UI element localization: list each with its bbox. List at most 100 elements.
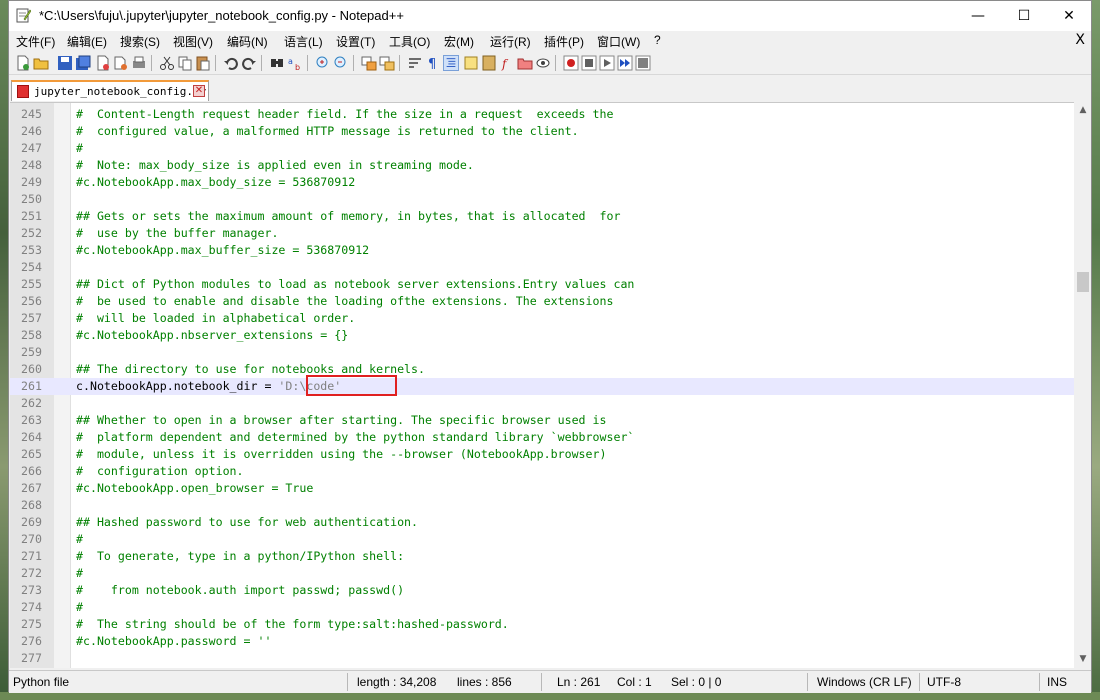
folder-as-workspace-icon[interactable] — [517, 55, 533, 71]
code-line[interactable]: 264 # platform dependent and determined b… — [10, 429, 1074, 446]
code-line[interactable]: 267 #c.NotebookApp.open_browser = True — [10, 480, 1074, 497]
code-line[interactable]: 275 # The string should be of the form ty… — [10, 616, 1074, 633]
paste-icon[interactable] — [195, 55, 211, 71]
code-line[interactable]: 260 ## The directory to use for notebooks… — [10, 361, 1074, 378]
code-line[interactable]: 247 # — [10, 140, 1074, 157]
tab-close-icon[interactable]: ✕ — [193, 85, 205, 97]
line-number: 275 — [21, 617, 42, 631]
code-line[interactable]: 246 # configured value, a malformed HTTP … — [10, 123, 1074, 140]
menu-plugins[interactable]: 插件(P) — [544, 33, 584, 50]
new-file-icon[interactable] — [15, 55, 31, 71]
minimize-button[interactable]: — — [955, 1, 1001, 31]
undo-icon[interactable] — [223, 55, 239, 71]
menu-encoding[interactable]: 编码(N) — [227, 33, 268, 50]
code-line[interactable]: 257 # will be loaded in alphabetical orde… — [10, 310, 1074, 327]
zoom-in-icon[interactable] — [315, 55, 331, 71]
zoom-out-icon[interactable] — [333, 55, 349, 71]
menu-tools[interactable]: 工具(O) — [389, 33, 430, 50]
code-line[interactable]: 250 — [10, 191, 1074, 208]
code-line[interactable]: 271 # To generate, type in a python/IPyth… — [10, 548, 1074, 565]
save-all-icon[interactable] — [75, 55, 91, 71]
print-icon[interactable] — [131, 55, 147, 71]
redo-icon[interactable] — [241, 55, 257, 71]
status-separator — [1039, 673, 1040, 691]
code-line[interactable]: 252 # use by the buffer manager. — [10, 225, 1074, 242]
play-macro-icon[interactable] — [599, 55, 615, 71]
code-line[interactable]: 245 # Content-Length request header field… — [10, 106, 1074, 123]
code-line[interactable]: 269 ## Hashed password to use for web aut… — [10, 514, 1074, 531]
udl-icon[interactable] — [463, 55, 479, 71]
code-line[interactable]: 253 #c.NotebookApp.max_buffer_size = 5368… — [10, 242, 1074, 259]
close-document-x[interactable]: X — [1075, 32, 1085, 48]
code-line[interactable]: 255 ## Dict of Python modules to load as … — [10, 276, 1074, 293]
line-number: 266 — [21, 464, 42, 478]
open-file-icon[interactable] — [33, 55, 49, 71]
code-line[interactable]: 263 ## Whether to open in a browser after… — [10, 412, 1074, 429]
menu-edit[interactable]: 编辑(E) — [67, 33, 107, 50]
line-number: 259 — [21, 345, 42, 359]
indent-guide-icon[interactable] — [443, 55, 459, 71]
close-icon[interactable] — [95, 55, 111, 71]
run-macro-multiple-icon[interactable] — [617, 55, 633, 71]
vertical-scrollbar[interactable]: ▲ ▼ — [1075, 102, 1091, 667]
svg-text:b: b — [295, 63, 300, 71]
menu-settings[interactable]: 设置(T) — [336, 33, 375, 50]
title-bar[interactable]: *C:\Users\fuju\.jupyter\jupyter_notebook… — [9, 1, 1091, 31]
scrollbar-thumb[interactable] — [1077, 272, 1089, 292]
word-wrap-icon[interactable] — [407, 55, 423, 71]
code-text: # will be loaded in alphabetical order. — [76, 311, 356, 325]
function-list-icon[interactable]: f — [499, 55, 515, 71]
code-line[interactable]: 274 # — [10, 599, 1074, 616]
copy-icon[interactable] — [177, 55, 193, 71]
scroll-up-arrow-icon[interactable]: ▲ — [1075, 102, 1091, 118]
code-line[interactable]: 249 #c.NotebookApp.max_body_size = 536870… — [10, 174, 1074, 191]
find-icon[interactable] — [269, 55, 285, 71]
line-number: 249 — [21, 175, 42, 189]
code-line[interactable]: 273 # from notebook.auth import passwd; p… — [10, 582, 1074, 599]
sync-v-icon[interactable] — [361, 55, 377, 71]
save-icon[interactable] — [57, 55, 73, 71]
show-all-chars-icon[interactable]: ¶ — [425, 55, 441, 71]
monitor-icon[interactable] — [535, 55, 551, 71]
maximize-button[interactable]: ☐ — [1001, 1, 1047, 31]
close-window-button[interactable]: ✕ — [1046, 1, 1092, 31]
code-line[interactable]: 258 #c.NotebookApp.nbserver_extensions = … — [10, 327, 1074, 344]
sync-h-icon[interactable] — [379, 55, 395, 71]
code-line[interactable]: 276 #c.NotebookApp.password = '' — [10, 633, 1074, 650]
code-line[interactable]: 270 # — [10, 531, 1074, 548]
code-text: ## Hashed password to use for web authen… — [76, 515, 419, 529]
code-line[interactable]: 265 # module, unless it is overridden usi… — [10, 446, 1074, 463]
close-all-icon[interactable] — [113, 55, 129, 71]
menu-help[interactable]: ? — [654, 33, 661, 47]
menu-file[interactable]: 文件(F) — [16, 33, 55, 50]
menu-view[interactable]: 视图(V) — [173, 33, 213, 50]
code-line[interactable]: 277 — [10, 650, 1074, 667]
save-macro-icon[interactable] — [635, 55, 651, 71]
code-line[interactable]: 256 # be used to enable and disable the l… — [10, 293, 1074, 310]
menu-search[interactable]: 搜索(S) — [120, 33, 160, 50]
code-line[interactable]: 259 — [10, 344, 1074, 361]
code-line[interactable]: 251 ## Gets or sets the maximum amount of… — [10, 208, 1074, 225]
maximize-icon: ☐ — [1017, 8, 1031, 24]
stop-record-icon[interactable] — [581, 55, 597, 71]
cut-icon[interactable] — [159, 55, 175, 71]
code-editor[interactable]: 245 # Content-Length request header field… — [10, 102, 1074, 668]
code-line[interactable]: 272 # — [10, 565, 1074, 582]
menu-language[interactable]: 语言(L) — [284, 33, 323, 50]
tab-jupyter-notebook-config[interactable]: jupyter_notebook_config.py ✕ — [11, 80, 209, 101]
menu-macro[interactable]: 宏(M) — [444, 33, 474, 50]
menu-window[interactable]: 窗口(W) — [597, 33, 640, 50]
svg-text:a: a — [288, 57, 293, 66]
code-line[interactable]: 268 — [10, 497, 1074, 514]
code-line[interactable]: 262 — [10, 395, 1074, 412]
code-line[interactable]: 254 — [10, 259, 1074, 276]
code-line[interactable]: 266 # configuration option. — [10, 463, 1074, 480]
replace-icon[interactable]: ab — [287, 55, 303, 71]
status-separator — [919, 673, 920, 691]
code-line[interactable]: 261 c.NotebookApp.notebook_dir = 'D:\code… — [10, 378, 1074, 395]
record-macro-icon[interactable] — [563, 55, 579, 71]
doc-map-icon[interactable] — [481, 55, 497, 71]
scroll-down-arrow-icon[interactable]: ▼ — [1075, 651, 1091, 667]
code-line[interactable]: 248 # Note: max_body_size is applied even… — [10, 157, 1074, 174]
menu-run[interactable]: 运行(R) — [490, 33, 531, 50]
